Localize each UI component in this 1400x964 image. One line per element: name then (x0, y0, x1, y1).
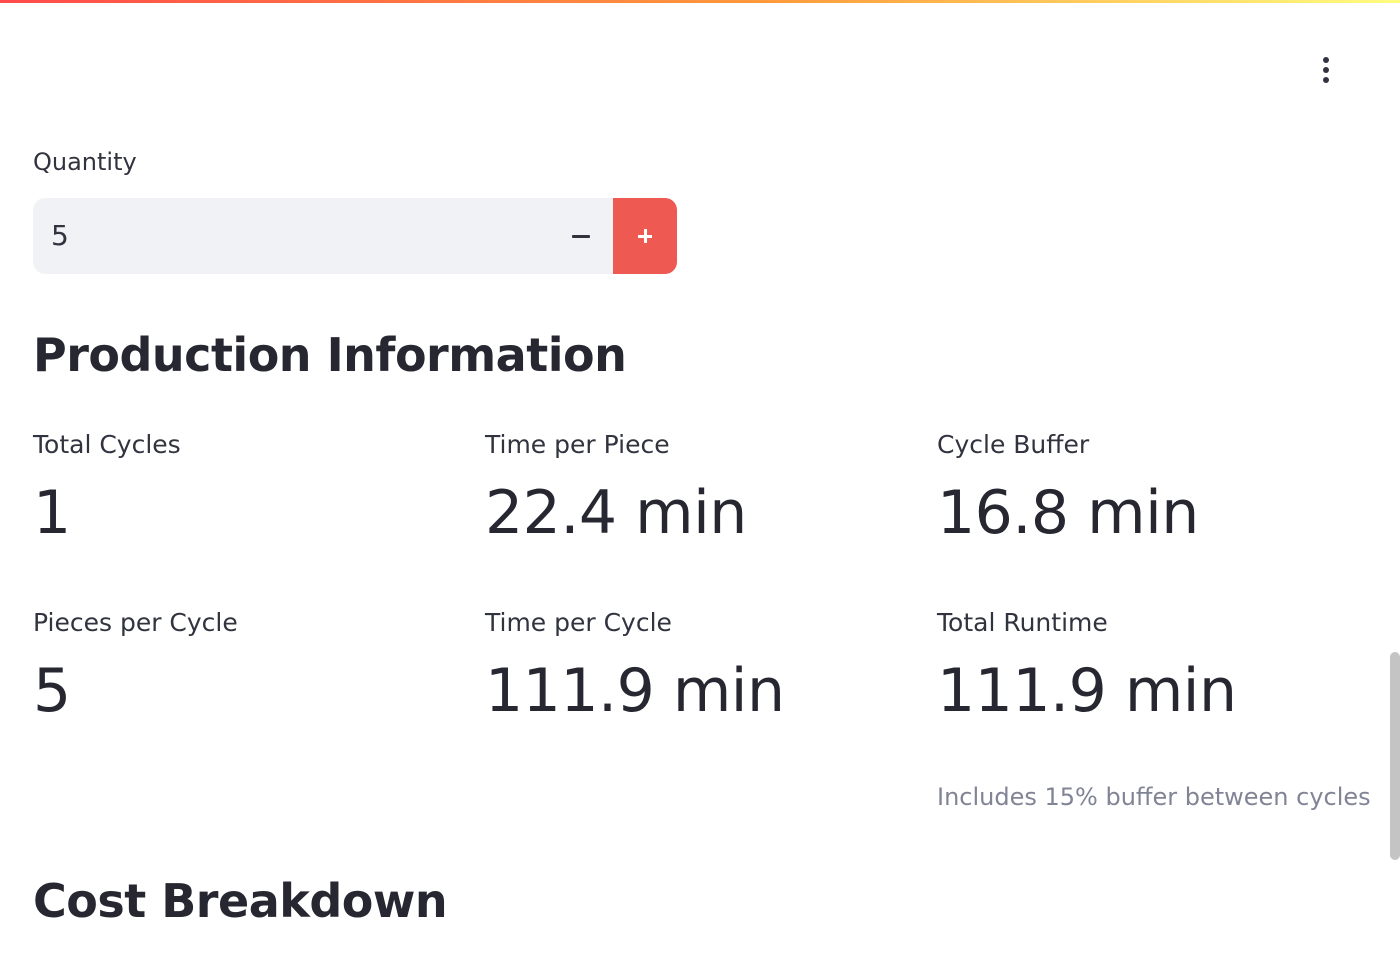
cost-breakdown-heading: Cost Breakdown (33, 874, 448, 928)
quantity-stepper[interactable]: 5 (33, 198, 677, 274)
metric-value-pieces-per-cycle: 5 (33, 656, 71, 726)
kebab-menu-icon (1323, 57, 1329, 63)
kebab-menu-icon-dot (1323, 77, 1329, 83)
metric-label-pieces-per-cycle: Pieces per Cycle (33, 608, 238, 637)
metric-value-total-cycles: 1 (33, 478, 71, 548)
quantity-input[interactable]: 5 (51, 198, 69, 274)
metric-label-cycle-buffer: Cycle Buffer (937, 430, 1090, 459)
minus-icon (572, 234, 590, 238)
metric-value-total-runtime: 111.9 min (937, 656, 1237, 726)
kebab-menu-icon-dot (1323, 67, 1329, 73)
main-menu-button[interactable] (1306, 50, 1346, 90)
runtime-caption: Includes 15% buffer between cycles (937, 783, 1371, 811)
decrement-button[interactable] (549, 198, 613, 274)
metric-value-time-per-piece: 22.4 min (485, 478, 747, 548)
metric-label-time-per-piece: Time per Piece (485, 430, 670, 459)
top-accent-bar (0, 0, 1400, 3)
metric-label-total-cycles: Total Cycles (33, 430, 181, 459)
metric-value-cycle-buffer: 16.8 min (937, 478, 1199, 548)
production-information-heading: Production Information (33, 328, 627, 382)
metric-value-time-per-cycle: 111.9 min (485, 656, 785, 726)
metric-label-time-per-cycle: Time per Cycle (485, 608, 672, 637)
plus-icon-vertical (643, 229, 647, 243)
scrollbar-thumb[interactable] (1390, 652, 1400, 860)
increment-button[interactable] (613, 198, 677, 274)
quantity-label: Quantity (33, 148, 137, 176)
metric-label-total-runtime: Total Runtime (937, 608, 1108, 637)
